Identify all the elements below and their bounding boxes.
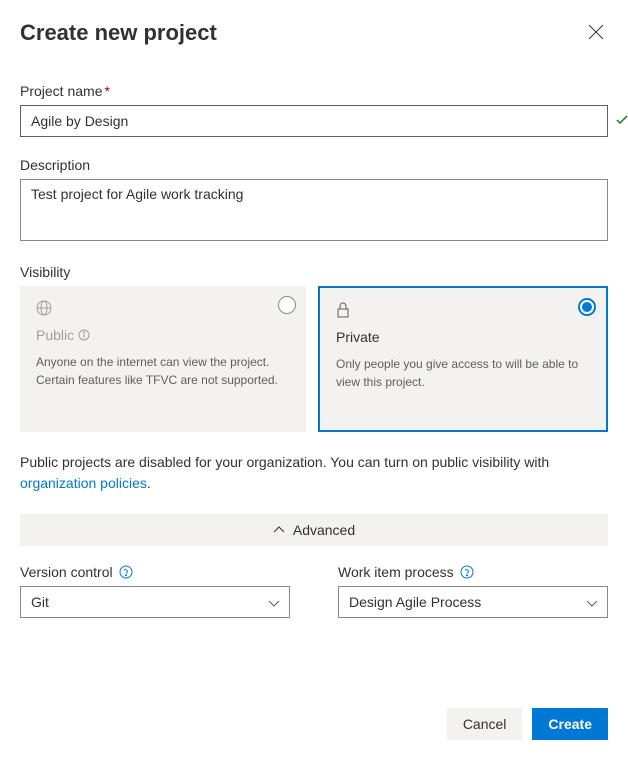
advanced-label: Advanced — [293, 522, 355, 538]
project-name-label: Project name* — [20, 83, 608, 99]
chevron-up-icon — [273, 526, 285, 534]
version-control-select[interactable]: Git — [20, 586, 290, 618]
close-icon — [588, 28, 604, 43]
info-icon — [78, 329, 90, 341]
visibility-private-desc: Only people you give access to will be a… — [336, 355, 590, 391]
help-icon[interactable] — [119, 565, 133, 579]
description-input[interactable]: Test project for Agile work tracking — [20, 179, 608, 241]
required-indicator: * — [104, 83, 109, 99]
visibility-public-title: Public — [36, 327, 290, 343]
create-button[interactable]: Create — [532, 708, 608, 740]
visibility-label: Visibility — [20, 264, 608, 280]
globe-icon — [36, 300, 290, 319]
close-button[interactable] — [584, 20, 608, 47]
project-name-label-text: Project name — [20, 83, 102, 99]
organization-policies-link[interactable]: organization policies — [20, 475, 147, 491]
lock-icon — [336, 302, 590, 321]
cancel-button[interactable]: Cancel — [447, 708, 523, 740]
notice-text-prefix: Public projects are disabled for your or… — [20, 454, 549, 470]
visibility-public-title-text: Public — [36, 327, 74, 343]
visibility-private-title: Private — [336, 329, 590, 345]
visibility-option-public: Public Anyone on the internet can view t… — [20, 286, 306, 432]
work-item-process-select[interactable]: Design Agile Process — [338, 586, 608, 618]
notice-text-suffix: . — [147, 475, 151, 491]
visibility-radio-private[interactable] — [578, 298, 596, 316]
visibility-public-desc: Anyone on the internet can view the proj… — [36, 353, 290, 389]
dialog-title: Create new project — [20, 20, 217, 46]
work-item-process-label: Work item process — [338, 564, 454, 580]
advanced-toggle[interactable]: Advanced — [20, 514, 608, 546]
visibility-option-private[interactable]: Private Only people you give access to w… — [318, 286, 608, 432]
visibility-radio-public — [278, 296, 296, 314]
public-disabled-notice: Public projects are disabled for your or… — [20, 452, 608, 494]
version-control-label: Version control — [20, 564, 113, 580]
project-name-input[interactable] — [20, 105, 608, 137]
help-icon[interactable] — [460, 565, 474, 579]
validation-check-icon — [616, 113, 628, 129]
description-label: Description — [20, 157, 608, 173]
